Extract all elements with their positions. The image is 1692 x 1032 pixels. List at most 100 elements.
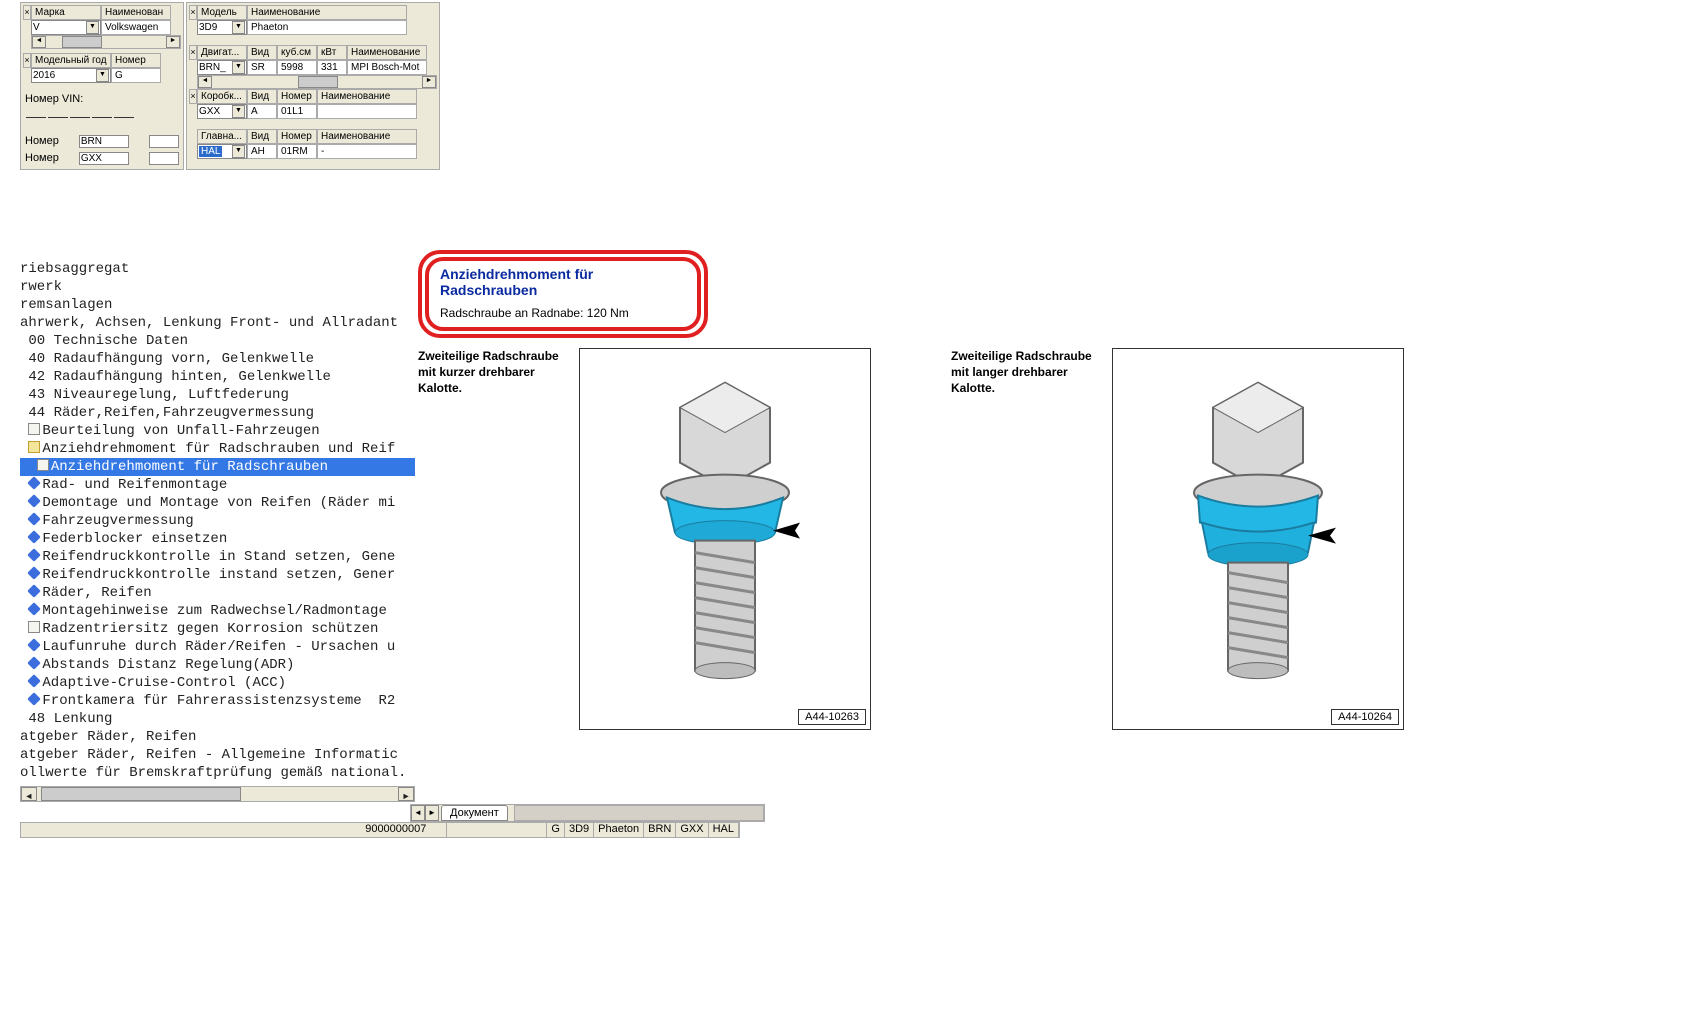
close-icon[interactable]: × — [189, 89, 197, 104]
year-label: Модельный год — [31, 53, 111, 68]
diagrams-row: Zweiteilige Radschraube mit kurzer drehb… — [418, 348, 1388, 730]
tab-bar: ◄ ► Документ — [410, 804, 765, 822]
engine-type-label: Вид — [247, 45, 277, 60]
book-icon — [28, 548, 42, 562]
engine-kw-label: кВт — [317, 45, 347, 60]
tree-scrollbar-h[interactable]: ◄► — [20, 786, 415, 802]
tree-item[interactable]: Rad- und Reifenmontage — [20, 476, 415, 494]
tree-item[interactable]: Anziehdrehmoment für Radschrauben und Re… — [20, 440, 415, 458]
book-icon — [28, 674, 42, 688]
year-number-value: G — [111, 68, 161, 83]
brand-name-label: Наименован — [101, 5, 171, 20]
diagram-1-caption: Zweiteilige Radschraube mit kurzer drehb… — [418, 348, 573, 730]
number2-combo[interactable]: GXX — [79, 152, 129, 165]
wheel-bolt-short-icon — [625, 373, 825, 693]
tree-panel: riebsaggregatrwerkremsanlagenahrwerk, Ac… — [20, 260, 415, 802]
tree-item[interactable]: 44 Räder,Reifen,Fahrzeugvermessung — [20, 404, 415, 422]
status-code: 9000000007 — [21, 823, 447, 837]
close-icon[interactable]: × — [189, 5, 197, 20]
tree-item[interactable]: Montagehinweise zum Radwechsel/Radmontag… — [20, 602, 415, 620]
tree-item[interactable]: Radzentriersitz gegen Korrosion schützen — [20, 620, 415, 638]
chevron-down-icon[interactable]: ▼ — [232, 61, 245, 74]
filter-group-left: × Марка Наименован V▼ Volkswagen ◄► × Мо… — [20, 2, 184, 170]
tree-item[interactable]: riebsaggregat — [20, 260, 415, 278]
number2-aux[interactable] — [149, 152, 179, 165]
document-icon — [37, 459, 49, 471]
tree-item[interactable]: Räder, Reifen — [20, 584, 415, 602]
book-icon — [28, 530, 42, 544]
tree-item[interactable]: ollwerte für Bremskraftprüfung gemäß nat… — [20, 764, 415, 782]
tab-document[interactable]: Документ — [441, 805, 508, 821]
tab-next-icon[interactable]: ► — [425, 805, 439, 821]
tree-item[interactable]: Fahrzeugvermessung — [20, 512, 415, 530]
year-combo[interactable]: 2016▼ — [31, 68, 111, 83]
book-icon — [28, 602, 42, 616]
brand-combo[interactable]: V▼ — [31, 20, 101, 35]
book-icon — [28, 692, 42, 706]
status-item: BRN — [644, 823, 676, 837]
scrollbar-h[interactable]: ◄► — [197, 75, 437, 89]
tree-item[interactable]: 40 Radaufhängung vorn, Gelenkwelle — [20, 350, 415, 368]
brand-name-value: Volkswagen — [101, 20, 171, 35]
status-item: G — [547, 823, 565, 837]
book-icon — [28, 512, 42, 526]
close-icon[interactable]: × — [23, 53, 31, 68]
scrollbar-h[interactable]: ◄► — [31, 35, 181, 49]
engine-name-label: Наименование — [347, 45, 427, 60]
number1-combo[interactable]: BRN — [79, 135, 129, 148]
status-item: 3D9 — [565, 823, 594, 837]
close-icon[interactable]: × — [23, 5, 31, 20]
tree-item[interactable]: 48 Lenkung — [20, 710, 415, 728]
tree-item[interactable]: 42 Radaufhängung hinten, Gelenkwelle — [20, 368, 415, 386]
vin-input[interactable] — [23, 107, 181, 125]
status-item: GXX — [676, 823, 708, 837]
tree-item[interactable]: Frontkamera für Fahrerassistenzsysteme R… — [20, 692, 415, 710]
tree-item[interactable]: Beurteilung von Unfall-Fahrzeugen — [20, 422, 415, 440]
tree-item[interactable]: remsanlagen — [20, 296, 415, 314]
diagram-2: Zweiteilige Radschraube mit langer drehb… — [951, 348, 1404, 730]
document-title: Anziehdrehmoment für Radschrauben — [440, 266, 686, 298]
number2-label: Номер — [25, 152, 59, 165]
chevron-down-icon[interactable]: ▼ — [232, 21, 245, 34]
chevron-down-icon[interactable]: ▼ — [232, 105, 245, 118]
brand-label: Марка — [31, 5, 101, 20]
filter-group-right: × Модель Наименование 3D9▼ Phaeton × Дви… — [186, 2, 440, 170]
main-combo[interactable]: HAL▼ — [197, 144, 247, 159]
tree-item[interactable]: Federblocker einsetzen — [20, 530, 415, 548]
tree-item[interactable]: ahrwerk, Achsen, Lenkung Front- und Allr… — [20, 314, 415, 332]
gearbox-combo[interactable]: GXX▼ — [197, 104, 247, 119]
tab-prev-icon[interactable]: ◄ — [411, 805, 425, 821]
filter-panel: × Марка Наименован V▼ Volkswagen ◄► × Мо… — [20, 2, 440, 170]
tree-item[interactable]: Laufunruhe durch Räder/Reifen - Ursachen… — [20, 638, 415, 656]
model-name-label: Наименование — [247, 5, 407, 20]
tree-item[interactable]: Demontage und Montage von Reifen (Räder … — [20, 494, 415, 512]
model-name-value: Phaeton — [247, 20, 407, 35]
chevron-down-icon[interactable]: ▼ — [232, 145, 245, 158]
tree-item[interactable]: atgeber Räder, Reifen - Allgemeine Infor… — [20, 746, 415, 764]
tree-item[interactable]: 43 Niveauregelung, Luftfederung — [20, 386, 415, 404]
status-item: Phaeton — [594, 823, 644, 837]
number1-aux[interactable] — [149, 135, 179, 148]
tree-item[interactable]: Anziehdrehmoment für Radschrauben — [20, 458, 415, 476]
tree-item[interactable]: Reifendruckkontrolle instand setzen, Gen… — [20, 566, 415, 584]
tree-item[interactable]: atgeber Räder, Reifen — [20, 728, 415, 746]
engine-label: Двигат... — [197, 45, 247, 60]
tree-item[interactable]: Adaptive-Cruise-Control (ACC) — [20, 674, 415, 692]
tree-item[interactable]: Reifendruckkontrolle in Stand setzen, Ge… — [20, 548, 415, 566]
model-combo[interactable]: 3D9▼ — [197, 20, 247, 35]
chevron-down-icon[interactable]: ▼ — [96, 69, 109, 82]
engine-combo[interactable]: BRN_▼ — [197, 60, 247, 75]
book-icon — [28, 656, 42, 670]
diagram-1-box: A44-10263 — [579, 348, 871, 730]
book-icon — [28, 476, 42, 490]
wheel-bolt-long-icon — [1158, 373, 1358, 693]
diagram-1-id: A44-10263 — [798, 709, 866, 725]
engine-cc-label: куб.см — [277, 45, 317, 60]
tree-item[interactable]: Abstands Distanz Regelung(ADR) — [20, 656, 415, 674]
close-icon[interactable]: × — [189, 45, 197, 60]
chevron-down-icon[interactable]: ▼ — [86, 21, 99, 34]
vin-label: Номер VIN: — [25, 93, 83, 105]
tree-item[interactable]: rwerk — [20, 278, 415, 296]
tab-scroll-track[interactable] — [514, 805, 764, 821]
tree-item[interactable]: 00 Technische Daten — [20, 332, 415, 350]
